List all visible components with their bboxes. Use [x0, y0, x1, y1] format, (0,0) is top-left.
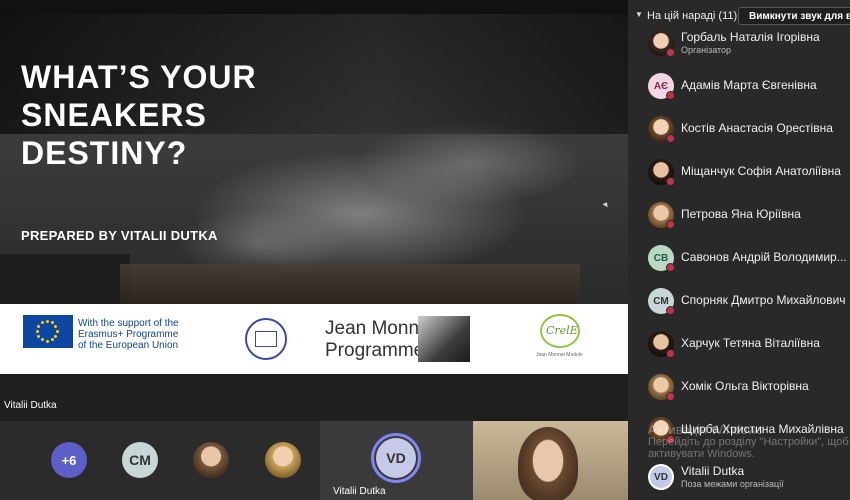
busy-status-icon: [666, 306, 675, 315]
participant-name: Савонов Андрій Володимир...: [681, 250, 847, 264]
participant-row[interactable]: СВ Савонов Андрій Володимир...: [628, 239, 850, 279]
logo-band: With the support of the Erasmus+ Program…: [0, 304, 628, 374]
chevron-down-icon[interactable]: ▼: [635, 10, 643, 19]
busy-status-icon: [666, 263, 675, 272]
busy-status-icon: [666, 220, 675, 229]
eu-star-icon: [36, 334, 40, 338]
busy-status-icon: [666, 91, 675, 100]
participant-name: Хомік Ольга Вікторівна: [681, 379, 809, 393]
participant-row[interactable]: Петрова Яна Юріївна: [628, 196, 850, 236]
participant-avatar: VD: [648, 464, 674, 490]
busy-status-icon: [666, 177, 675, 186]
busy-status-icon: [666, 392, 675, 401]
jean-monnet-portrait: [418, 316, 470, 362]
eu-star-icon: [45, 339, 49, 343]
participant-avatar-photo[interactable]: [265, 442, 301, 478]
busy-status-icon: [666, 349, 675, 358]
slide-title-line: DESTINY?: [21, 135, 188, 171]
eu-star-icon: [50, 338, 54, 342]
eu-star-icon: [35, 329, 39, 333]
eu-star-icon: [50, 320, 54, 324]
eu-star-icon: [40, 320, 44, 324]
speaker-name: Vitalii Dutka: [333, 486, 386, 497]
crele-logo: CrelE Jean Monnet Module: [536, 314, 587, 358]
eu-star-icon: [54, 334, 58, 338]
participant-name: Vitalii Dutka: [681, 464, 745, 478]
slide-title-line: SNEAKERS: [21, 97, 207, 133]
eu-flag-logo: [23, 315, 73, 348]
active-speaker-tile[interactable]: VD Vitalii Dutka: [320, 421, 473, 500]
participant-name: Костів Анастасія Орестівна: [681, 121, 833, 135]
camera-person: [518, 427, 578, 500]
camera-video-tile[interactable]: [473, 421, 628, 500]
shared-slide: WHAT’S YOUR SNEAKERS DESTINY? PREPARED B…: [0, 14, 628, 374]
more-participants-button[interactable]: +6: [51, 442, 87, 478]
speaker-ring: VD: [371, 433, 421, 483]
participant-role: Поза межами організації: [681, 479, 784, 489]
slide-title-line: WHAT’S YOUR: [21, 59, 257, 95]
slide-title: WHAT’S YOUR SNEAKERS DESTINY?: [21, 58, 321, 172]
busy-status-icon: [666, 48, 675, 57]
participant-name: Харчук Тетяна Віталіївна: [681, 336, 820, 350]
eu-star-icon: [54, 324, 58, 328]
participant-name: Міщанчук Софія Анатоліївна: [681, 164, 841, 178]
erasmus-text: With the support of the Erasmus+ Program…: [78, 318, 179, 351]
eu-star-icon: [45, 319, 49, 323]
participant-row[interactable]: Харчук Тетяна Віталіївна: [628, 325, 850, 365]
participant-avatar-photo[interactable]: [193, 442, 229, 478]
in-meeting-count[interactable]: На цій нараді (11): [647, 10, 737, 22]
participant-name: Петрова Яна Юріївна: [681, 207, 801, 221]
participant-row[interactable]: Горбаль Наталія Ігорівна Організатор: [628, 24, 850, 64]
participant-role: Організатор: [681, 45, 732, 55]
university-seal-logo: [245, 318, 287, 360]
speaker-avatar: VD: [376, 438, 416, 478]
presenter-name-label: Vitalii Dutka: [4, 400, 57, 411]
participant-row[interactable]: Костів Анастасія Орестівна: [628, 110, 850, 150]
mute-all-button[interactable]: Вимкнути звук для всіх: [738, 7, 850, 25]
participant-row[interactable]: АЄ Адамів Марта Євгенівна: [628, 67, 850, 107]
slide-subtitle: PREPARED BY VITALII DUTKA: [21, 228, 218, 243]
eu-star-icon: [40, 338, 44, 342]
participant-name: Адамів Марта Євгенівна: [681, 78, 817, 92]
participant-row[interactable]: СМ Спорняк Дмитро Михайлович: [628, 282, 850, 322]
participant-name: Горбаль Наталія Ігорівна: [681, 30, 820, 44]
eu-star-icon: [55, 329, 59, 333]
participant-row[interactable]: Міщанчук Софія Анатоліївна: [628, 153, 850, 193]
top-bar: [0, 0, 628, 14]
participant-row[interactable]: VD Vitalii Dutka Поза межами організації: [628, 458, 850, 498]
participant-row[interactable]: Хомік Ольга Вікторівна: [628, 368, 850, 408]
participant-name: Спорняк Дмитро Михайлович: [681, 293, 846, 307]
busy-status-icon: [666, 134, 675, 143]
participant-avatar[interactable]: CM: [122, 442, 158, 478]
windows-activation-watermark: Активація Windows Перейдіть до розділу "…: [648, 422, 849, 460]
eu-star-icon: [36, 324, 40, 328]
